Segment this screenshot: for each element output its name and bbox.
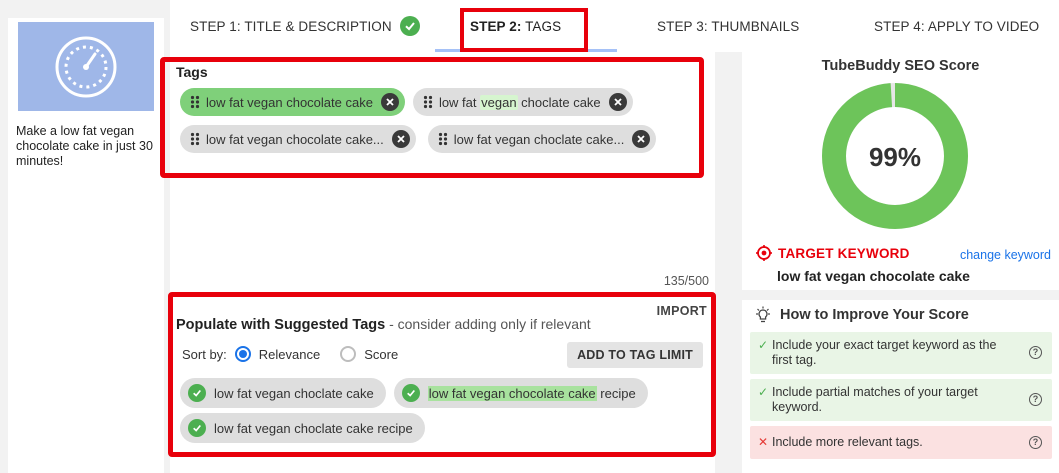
tip-text: Include more relevant tags. [772,435,923,449]
step-4-tab[interactable]: STEP 4: APPLY TO VIDEO [874,0,1039,52]
video-title: Make a low fat vegan chocolate cake in j… [16,124,153,168]
check-icon [399,16,420,36]
step-4-label: STEP 4: APPLY TO VIDEO [874,18,1040,34]
speedometer-icon [55,36,117,97]
target-keyword-value: low fat vegan chocolate cake [777,268,970,284]
tag-character-count: 135/500 [663,274,709,288]
help-icon[interactable]: ? [1029,435,1042,449]
score-title: TubeBuddy SEO Score [821,58,980,74]
tip-item: ✕ Include more relevant tags. ? [750,426,1052,459]
video-thumbnail [18,22,154,111]
lightbulb-icon [756,306,770,323]
score-value: 99% [869,142,921,172]
tip-item: ✓ Include partial matches of your target… [750,379,1052,421]
step-2-highlight-box [460,8,588,52]
stepper: STEP 1: TITLE & DESCRIPTION STEP 2: TAGS… [170,0,1059,52]
help-icon[interactable]: ? [1029,393,1042,406]
step-3-tab[interactable]: STEP 3: THUMBNAILS [657,0,799,52]
checkmark-icon: ✓ [758,338,769,352]
cross-icon: ✕ [758,435,769,449]
step-1-label: STEP 1: TITLE & DESCRIPTION [190,18,392,34]
change-keyword-link[interactable]: change keyword [960,248,1051,262]
tip-item: ✓ Include your exact target keyword as t… [750,332,1052,374]
seo-score-panel: TubeBuddy SEO Score 99% TARGET KEYWORD c… [742,52,1059,290]
suggested-highlight-box [168,292,716,457]
improve-heading: How to Improve Your Score [754,306,969,324]
target-keyword-label: TARGET KEYWORD [778,245,910,261]
target-keyword-row: TARGET KEYWORD [756,245,910,261]
score-donut: 99% [822,83,968,229]
help-icon[interactable]: ? [1029,346,1042,359]
step-1-tab[interactable]: STEP 1: TITLE & DESCRIPTION [190,0,420,52]
checkmark-icon: ✓ [758,385,769,399]
tags-highlight-box [160,57,704,178]
target-icon [756,245,772,261]
improve-score-panel: How to Improve Your Score ✓ Include your… [742,300,1059,473]
step-3-label: STEP 3: THUMBNAILS [657,18,800,34]
tip-text: Include partial matches of your target k… [772,385,978,414]
tip-text: Include your exact target keyword as the… [772,338,997,367]
video-preview-panel: Make a low fat vegan chocolate cake in j… [8,18,164,473]
